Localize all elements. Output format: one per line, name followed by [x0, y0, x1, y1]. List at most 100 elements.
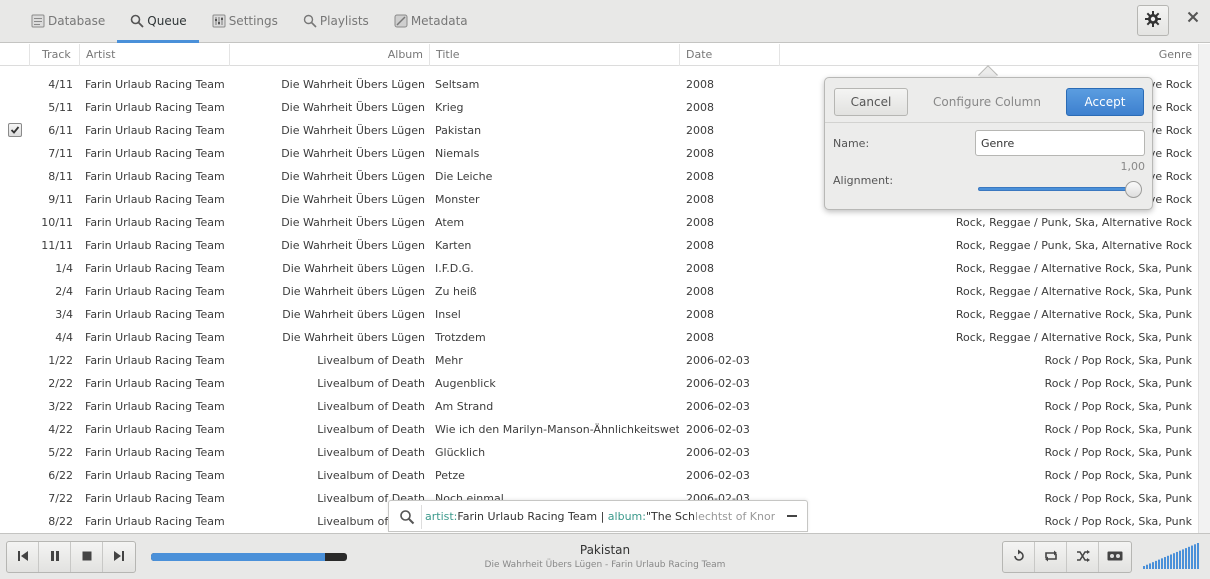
scrollbar[interactable] [1198, 44, 1210, 533]
previous-button[interactable] [7, 542, 39, 572]
next-button[interactable] [103, 542, 135, 572]
track-cell: 2/4 [55, 285, 73, 298]
cancel-button[interactable]: Cancel [834, 88, 908, 116]
now-playing-subtitle: Die Wahrheit Übers Lügen - Farin Urlaub … [484, 560, 726, 570]
repeat-button[interactable] [1035, 542, 1067, 572]
date-cell: 2008 [686, 147, 714, 160]
alignment-value: 1,00 [1120, 160, 1146, 173]
title-cell: Trotzdem [435, 331, 486, 344]
name-label: Name: [833, 137, 870, 150]
volume-control[interactable] [1143, 542, 1201, 570]
volume-bar [1158, 559, 1160, 569]
row-checkbox-cell [8, 188, 22, 211]
shuffle-button[interactable] [1067, 542, 1099, 572]
seek-bar[interactable] [151, 553, 347, 561]
genre-cell: Rock / Pop Rock, Ska, Punk [1044, 423, 1192, 436]
table-row[interactable]: 2/4 Farin Urlaub Racing Team Die Wahrheit … [0, 280, 1198, 303]
volume-bar [1146, 564, 1148, 569]
column-header-check[interactable] [0, 44, 30, 66]
track-cell: 11/11 [41, 239, 73, 252]
date-cell: 2006-02-03 [686, 446, 750, 459]
tab-queue[interactable]: Queue [117, 0, 200, 43]
tab-metadata[interactable]: Metadata [381, 0, 480, 42]
table-row[interactable]: 1/22 Farin Urlaub Racing Team Livealbum of… [0, 349, 1198, 372]
consume-button[interactable] [1099, 542, 1131, 572]
album-cell: Die Wahrheit übers Lügen [282, 331, 425, 344]
track-cell: 9/11 [48, 193, 73, 206]
track-cell: 5/22 [48, 446, 73, 459]
player-bar: Pakistan Die Wahrheit Übers Lügen - Fari… [0, 533, 1210, 579]
track-cell: 8/11 [48, 170, 73, 183]
row-checkbox-cell [8, 73, 22, 96]
artist-cell: Farin Urlaub Racing Team [85, 377, 225, 390]
check-icon[interactable] [8, 123, 22, 137]
volume-bar [1197, 543, 1199, 569]
table-row[interactable]: 4/22 Farin Urlaub Racing Team Livealbum of… [0, 418, 1198, 441]
tab-queue-label: Queue [147, 14, 187, 28]
database-icon [30, 13, 46, 29]
settings-menu-button[interactable] [1137, 5, 1169, 36]
popover-title: Configure Column [933, 95, 1041, 109]
table-row[interactable]: 3/22 Farin Urlaub Racing Team Livealbum of… [0, 395, 1198, 418]
genre-cell: Rock / Pop Rock, Ska, Punk [1044, 469, 1192, 482]
genre-cell: Rock / Pop Rock, Ska, Punk [1044, 400, 1192, 413]
column-header-title[interactable]: Title [430, 44, 680, 66]
alignment-slider-knob[interactable] [1125, 181, 1142, 198]
date-cell: 2008 [686, 170, 714, 183]
column-name-input[interactable] [975, 130, 1145, 156]
row-checkbox-cell [8, 257, 22, 280]
repeat-single-button[interactable] [1003, 542, 1035, 572]
genre-cell: Rock, Reggae / Alternative Rock, Ska, Pu… [955, 331, 1192, 344]
row-checkbox-cell [8, 142, 22, 165]
album-cell: Livealbum of Death [317, 423, 425, 436]
table-row[interactable]: 6/22 Farin Urlaub Racing Team Livealbum of… [0, 464, 1198, 487]
album-cell: Livealbum of Death [317, 469, 425, 482]
table-row[interactable]: 2/22 Farin Urlaub Racing Team Livealbum of… [0, 372, 1198, 395]
tab-playlists[interactable]: Playlists [290, 0, 381, 42]
column-header-genre[interactable]: Genre [780, 44, 1198, 66]
table-row[interactable]: 5/22 Farin Urlaub Racing Team Livealbum of… [0, 441, 1198, 464]
alignment-label: Alignment: [833, 174, 894, 187]
pause-button[interactable] [39, 542, 71, 572]
artist-cell: Farin Urlaub Racing Team [85, 400, 225, 413]
volume-bar [1164, 557, 1166, 569]
artist-cell: Farin Urlaub Racing Team [85, 308, 225, 321]
playback-controls [6, 541, 136, 573]
now-playing-title: Pakistan [579, 543, 631, 557]
column-header-album[interactable]: Album [230, 44, 430, 66]
alignment-slider-track[interactable] [978, 187, 1134, 191]
volume-bar [1152, 562, 1154, 569]
row-checkbox-cell [8, 303, 22, 326]
settings-icon [211, 13, 227, 29]
playlists-icon [302, 13, 318, 29]
title-cell: Wie ich den Marilyn-Manson-Ähnlichkeitsw… [435, 423, 679, 436]
volume-bar [1185, 548, 1187, 569]
search-remove-button[interactable] [782, 507, 802, 527]
volume-bar [1167, 555, 1169, 569]
artist-cell: Farin Urlaub Racing Team [85, 285, 225, 298]
column-header-artist[interactable]: Artist [80, 44, 230, 66]
tab-playlists-label: Playlists [319, 14, 369, 28]
table-row[interactable]: 10/11 Farin Urlaub Racing Team Die Wahrhei… [0, 211, 1198, 234]
close-button[interactable] [1183, 9, 1203, 29]
playback-mode-controls [1002, 541, 1132, 573]
table-row[interactable]: 11/11 Farin Urlaub Racing Team Die Wahrhei… [0, 234, 1198, 257]
column-header-track[interactable]: Track [30, 44, 80, 66]
repeat-icon [1044, 549, 1058, 566]
row-checkbox-cell [8, 487, 22, 510]
table-row[interactable]: 3/4 Farin Urlaub Racing Team Die Wahrheit … [0, 303, 1198, 326]
column-header-date[interactable]: Date [680, 44, 780, 66]
stop-button[interactable] [71, 542, 103, 572]
close-icon [1187, 11, 1199, 27]
search-input[interactable]: artist:Farin Urlaub Racing Team | album:… [425, 501, 775, 533]
tab-settings[interactable]: Settings [199, 0, 290, 42]
tab-database[interactable]: Database [18, 0, 117, 42]
genre-cell: Rock, Reggae / Alternative Rock, Ska, Pu… [955, 308, 1192, 321]
genre-cell: Rock, Reggae / Punk, Ska, Alternative Ro… [955, 216, 1192, 229]
table-row[interactable]: 4/4 Farin Urlaub Racing Team Die Wahrheit … [0, 326, 1198, 349]
date-cell: 2006-02-03 [686, 469, 750, 482]
table-row[interactable]: 1/4 Farin Urlaub Racing Team Die Wahrheit … [0, 257, 1198, 280]
track-cell: 2/22 [48, 377, 73, 390]
accept-button[interactable]: Accept [1066, 88, 1144, 116]
volume-bar [1155, 560, 1157, 569]
